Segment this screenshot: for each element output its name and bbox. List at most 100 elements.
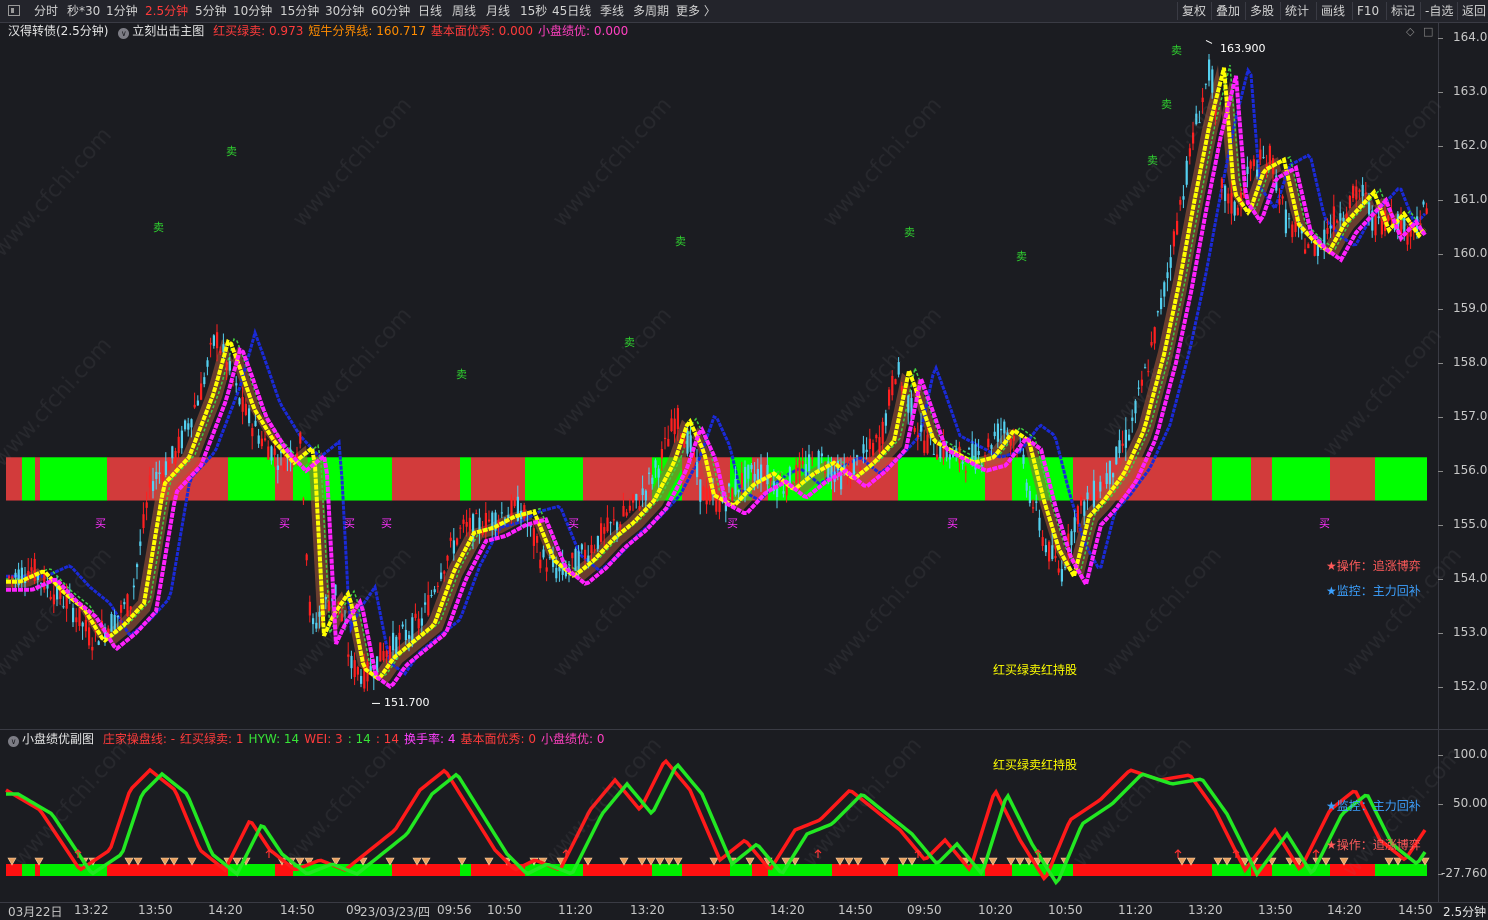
candle-body <box>609 522 612 524</box>
time-label: 14:20 <box>770 903 805 917</box>
price-tick <box>1438 687 1443 689</box>
candle-body <box>72 607 75 623</box>
candle-body <box>33 558 36 581</box>
candle-body <box>667 438 670 447</box>
candle-body <box>305 554 308 561</box>
period-tab[interactable]: 15分钟 <box>280 0 319 22</box>
period-tab[interactable]: 周线 <box>452 0 476 22</box>
toolbar-button[interactable]: -自选 <box>1420 2 1457 20</box>
candle-body <box>1172 231 1175 247</box>
main-price-chart[interactable] <box>0 22 1438 730</box>
time-label: 10:50 <box>1048 903 1083 917</box>
period-tab[interactable]: 季线 <box>600 0 624 22</box>
sub-monitor-note: ★监控：主力回补 <box>1326 799 1421 813</box>
sub-triangle-marker <box>619 857 629 866</box>
sub-triangle-marker <box>160 857 170 866</box>
period-tab[interactable]: 30分钟 <box>325 0 364 22</box>
sub-triangle-marker <box>1393 857 1403 866</box>
period-tab[interactable]: 更多 〉 <box>676 0 716 22</box>
signal-band-segment <box>22 457 35 501</box>
period-tab[interactable]: 分时 <box>34 0 58 22</box>
yellow-fast-line <box>6 67 1427 681</box>
candle-body <box>734 479 737 495</box>
period-tab[interactable]: 5分钟 <box>195 0 227 22</box>
period-tab[interactable]: 日线 <box>418 0 442 22</box>
period-tab[interactable]: 多周期 <box>633 0 669 22</box>
candle-body <box>488 519 491 522</box>
candle-body <box>593 549 596 551</box>
candle-body <box>1256 169 1259 177</box>
period-tab[interactable]: 月线 <box>486 0 510 22</box>
candle-body <box>782 491 785 494</box>
candle-body <box>14 572 17 578</box>
candle-body <box>718 500 721 512</box>
time-label: 14:50 <box>1398 903 1433 917</box>
candle-body <box>436 585 439 587</box>
price-tick-label: 156.0 <box>1453 462 1488 477</box>
candle-body <box>161 472 164 482</box>
sell-signal-marker: 卖 <box>226 145 237 158</box>
candle-body <box>379 642 382 662</box>
candle-body <box>1000 428 1003 431</box>
candle-body <box>1355 186 1358 200</box>
period-tab[interactable]: 60分钟 <box>371 0 410 22</box>
candle-body <box>785 486 788 496</box>
candle-body <box>865 449 868 452</box>
candle-body <box>638 506 641 510</box>
sub-tick <box>1438 755 1443 756</box>
candle-body <box>75 617 78 623</box>
sell-signal-marker: 卖 <box>624 336 635 349</box>
buy-signal-marker: 买 <box>727 517 738 530</box>
toolbar-button[interactable]: 返回 <box>1457 2 1488 20</box>
window-toggle-icon[interactable] <box>8 5 20 16</box>
toolbar-button[interactable]: 多股 <box>1245 2 1278 20</box>
toolbar-button[interactable]: 标记 <box>1386 2 1419 20</box>
toolbar-button[interactable]: 叠加 <box>1211 2 1244 20</box>
sub-triangle-marker <box>988 857 998 866</box>
candle-body <box>1246 166 1249 175</box>
candle-body <box>254 420 257 427</box>
candle-body <box>1105 473 1108 484</box>
candle-body <box>1204 83 1207 85</box>
candle-body <box>1092 480 1095 507</box>
candle-body <box>980 465 983 467</box>
candle-body <box>171 446 174 459</box>
candle-body <box>62 606 65 608</box>
sub-signal-band <box>107 864 228 876</box>
low-price-label: 151.700 <box>384 696 430 709</box>
sub-indicator-chart[interactable] <box>0 730 1438 902</box>
period-tab[interactable]: 15秒 <box>520 0 547 22</box>
period-tab[interactable]: 45日线 <box>552 0 591 22</box>
candle-body <box>283 462 286 471</box>
candle-body <box>1038 517 1041 531</box>
candle-body <box>657 468 660 478</box>
candle-body <box>961 461 964 464</box>
candle-body <box>872 442 875 456</box>
period-toolbar: 分时 秒*30 1分钟 2.5分钟 5分钟 10分钟 15分钟 30分钟 60分钟 日线 周线 月线 1… <box>0 0 1488 23</box>
sub-signal-band <box>682 864 730 876</box>
candle-body <box>964 471 967 473</box>
period-tab[interactable]: 2.5分钟 <box>145 0 188 22</box>
period-tab[interactable]: 秒*30 <box>67 0 100 22</box>
sell-signal-marker: 卖 <box>904 226 915 239</box>
period-tab[interactable]: 1分钟 <box>106 0 138 22</box>
candle-body <box>1057 568 1060 573</box>
buy-signal-marker: 买 <box>344 517 355 530</box>
candle-body <box>1048 541 1051 562</box>
candle-body <box>238 398 241 405</box>
candle-body <box>462 519 465 524</box>
candle-body <box>392 632 395 651</box>
candle-body <box>1422 201 1425 205</box>
candle-body <box>673 418 676 435</box>
toolbar-button[interactable]: 复权 <box>1177 2 1210 20</box>
toolbar-button[interactable]: 统计 <box>1280 2 1313 20</box>
candle-body <box>164 461 167 475</box>
period-tab[interactable]: 10分钟 <box>233 0 272 22</box>
sub-triangle-marker <box>583 857 593 866</box>
candle-body <box>500 512 503 514</box>
candle-body <box>1115 446 1118 465</box>
candle-body <box>808 454 811 472</box>
candle-body <box>648 472 651 474</box>
toolbar-button[interactable]: F10 <box>1352 2 1383 20</box>
toolbar-button[interactable]: 画线 <box>1316 2 1349 20</box>
